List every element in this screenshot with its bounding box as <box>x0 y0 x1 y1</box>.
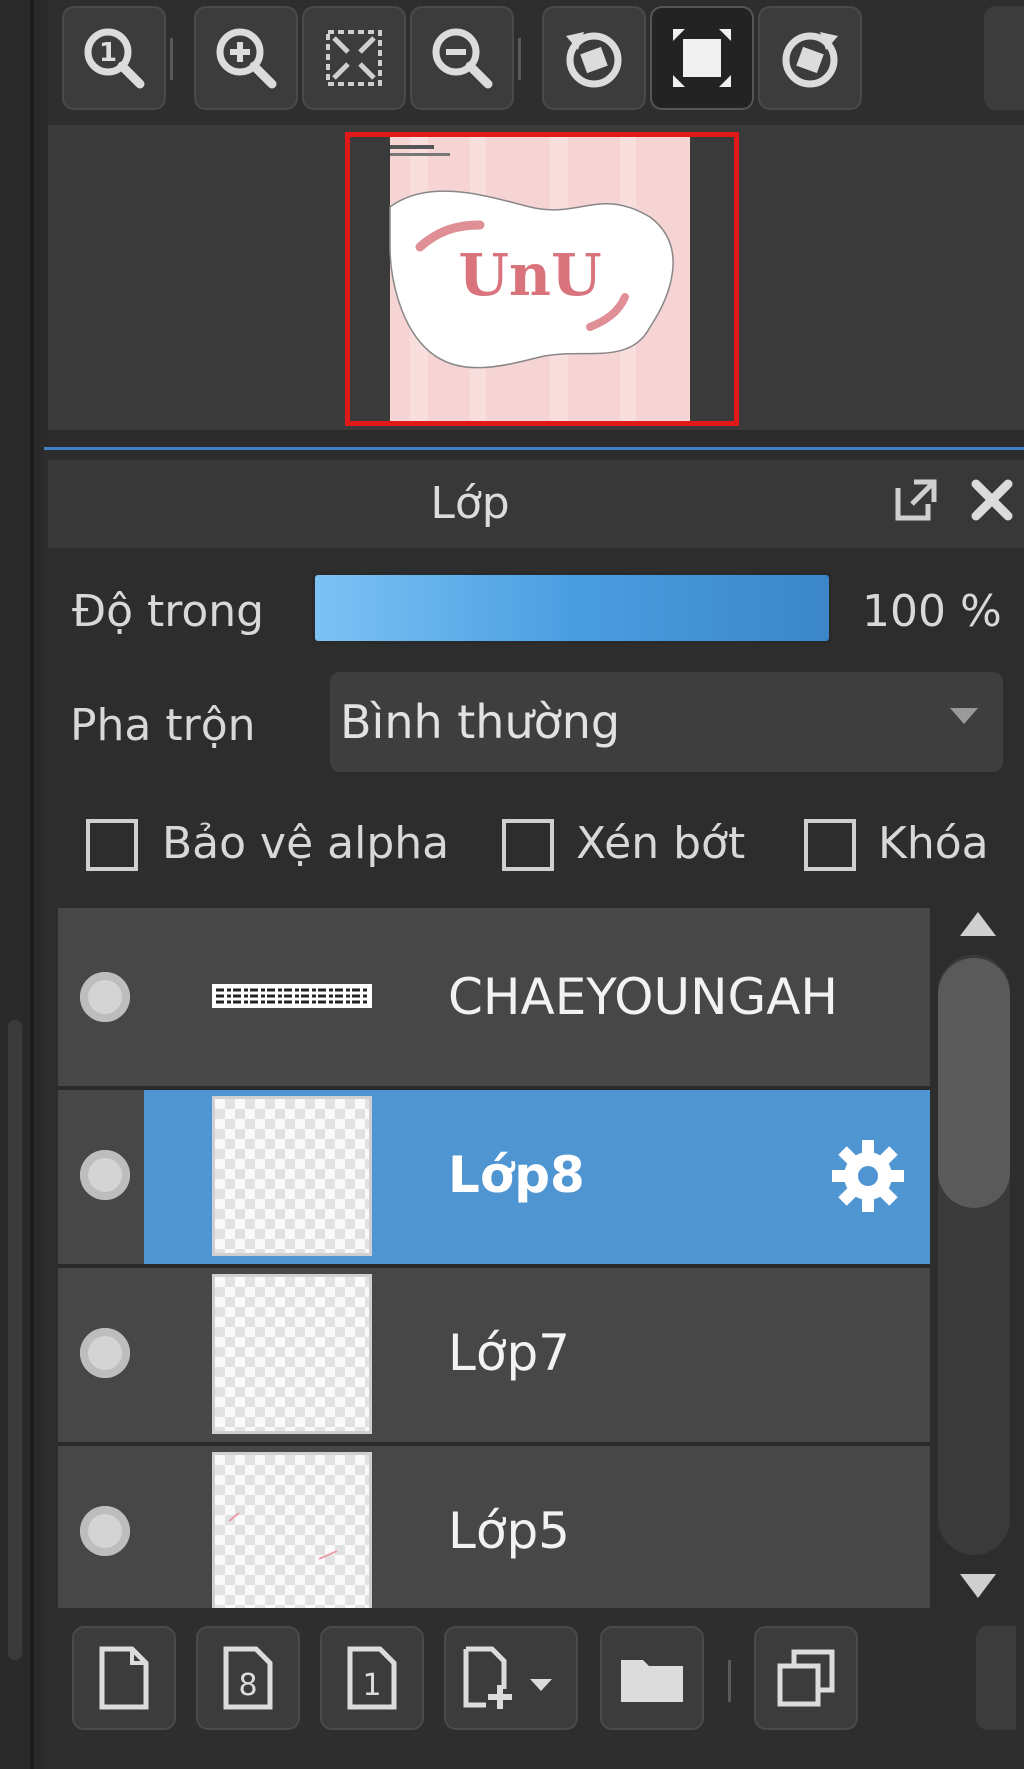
layer-row-selected[interactable]: Lớp8 <box>58 1086 930 1264</box>
duplicate-layer-button[interactable] <box>754 1626 858 1730</box>
layer-thumbnail <box>212 1274 372 1434</box>
layer-row[interactable]: Lớp7 <box>58 1264 930 1442</box>
zoom-actual-size-icon: 1 <box>84 28 145 89</box>
gear-icon <box>832 1140 904 1212</box>
layer-row[interactable]: Lớp5 <box>58 1442 930 1608</box>
layer-content-preview <box>228 1512 338 1560</box>
reset-rotation-icon <box>673 29 731 87</box>
zoom-actual-size-button[interactable]: 1 <box>62 6 166 110</box>
clipping-checkbox[interactable] <box>502 819 554 871</box>
toolbar-overflow[interactable] <box>976 1626 1016 1730</box>
fit-to-window-button[interactable] <box>302 6 406 110</box>
opacity-value: 100 % <box>862 586 1002 637</box>
toolbar-separator <box>518 38 521 80</box>
layer-name: Lớp8 <box>448 1146 585 1204</box>
fit-to-window-icon <box>326 30 382 86</box>
layer-thumbnail <box>212 1452 372 1608</box>
svg-text:1: 1 <box>99 38 117 68</box>
navigator-view-frame[interactable]: UnU <box>345 132 739 426</box>
visibility-toggle[interactable] <box>80 1506 130 1556</box>
visibility-toggle[interactable] <box>80 972 130 1022</box>
add-layer-dropdown-button[interactable] <box>444 1626 578 1730</box>
blend-mode-label: Pha trộn <box>70 700 256 751</box>
zoom-out-button[interactable] <box>410 6 514 110</box>
layer-list: CHAEYOUNGAH Lớp8 Lớp7 Lớp5 <box>58 908 930 1608</box>
text-layer-preview <box>212 984 372 1008</box>
close-panel-button[interactable] <box>966 474 1018 526</box>
layer-thumbnail <box>212 1096 372 1256</box>
visibility-toggle[interactable] <box>80 1150 130 1200</box>
opacity-label: Độ trong <box>72 586 265 637</box>
row-divider <box>58 1442 930 1446</box>
duplicate-layer-icon <box>777 1649 835 1707</box>
toolbar-separator <box>170 38 173 80</box>
new-layer-icon <box>99 1646 149 1710</box>
toolbar-overflow[interactable] <box>984 6 1024 110</box>
left-scrollbar[interactable] <box>8 1020 22 1660</box>
row-divider <box>58 1086 930 1090</box>
scroll-up-arrow-icon[interactable] <box>960 912 996 936</box>
chevron-down-icon <box>950 708 978 724</box>
new-8bit-layer-button[interactable]: 8 <box>196 1626 300 1730</box>
new-layer-button[interactable] <box>72 1626 176 1730</box>
blend-mode-value: Bình thường <box>340 695 621 749</box>
left-divider <box>30 0 34 1769</box>
layer-settings-button[interactable] <box>828 1136 908 1216</box>
layer-name: Lớp5 <box>448 1502 570 1560</box>
protect-alpha-checkbox[interactable] <box>86 819 138 871</box>
lock-label: Khóa <box>878 818 989 869</box>
close-icon <box>971 479 1013 521</box>
layer-name: CHAEYOUNGAH <box>448 968 839 1026</box>
zoom-in-icon <box>216 28 277 89</box>
reset-rotation-button[interactable] <box>650 6 754 110</box>
new-1bit-layer-icon: 1 <box>347 1646 397 1710</box>
protect-alpha-label: Bảo vệ alpha <box>162 818 450 869</box>
svg-text:8: 8 <box>238 1668 257 1703</box>
row-divider <box>58 1264 930 1268</box>
canvas-thumbnail: UnU <box>350 137 734 421</box>
new-folder-button[interactable] <box>600 1626 704 1730</box>
undock-panel-button[interactable] <box>890 474 942 526</box>
thumbnail-artwork-text: UnU <box>458 241 601 309</box>
new-8bit-layer-icon: 8 <box>223 1646 273 1710</box>
navigator-toolbar: 1 <box>48 0 1024 125</box>
rotate-left-icon <box>566 32 622 88</box>
layer-thumbnail <box>212 976 372 1016</box>
toolbar-separator <box>728 1660 731 1702</box>
visibility-toggle[interactable] <box>80 1328 130 1378</box>
zoom-out-icon <box>432 28 493 89</box>
folder-icon <box>621 1660 683 1702</box>
panel-title: Lớp <box>430 478 510 529</box>
opacity-slider[interactable] <box>312 572 832 644</box>
zoom-in-button[interactable] <box>194 6 298 110</box>
svg-text:1: 1 <box>362 1668 381 1703</box>
layer-row[interactable]: CHAEYOUNGAH <box>58 908 930 1086</box>
scroll-down-arrow-icon[interactable] <box>960 1574 996 1598</box>
layer-name: Lớp7 <box>448 1324 570 1382</box>
lock-checkbox[interactable] <box>804 819 856 871</box>
new-1bit-layer-button[interactable]: 1 <box>320 1626 424 1730</box>
rotate-right-button[interactable] <box>758 6 862 110</box>
scrollbar-thumb[interactable] <box>938 958 1010 1208</box>
rotate-left-button[interactable] <box>542 6 646 110</box>
add-layer-dropdown-icon <box>463 1646 552 1709</box>
external-window-icon <box>895 479 937 521</box>
rotate-right-icon <box>782 32 838 88</box>
clipping-label: Xén bớt <box>576 818 746 869</box>
